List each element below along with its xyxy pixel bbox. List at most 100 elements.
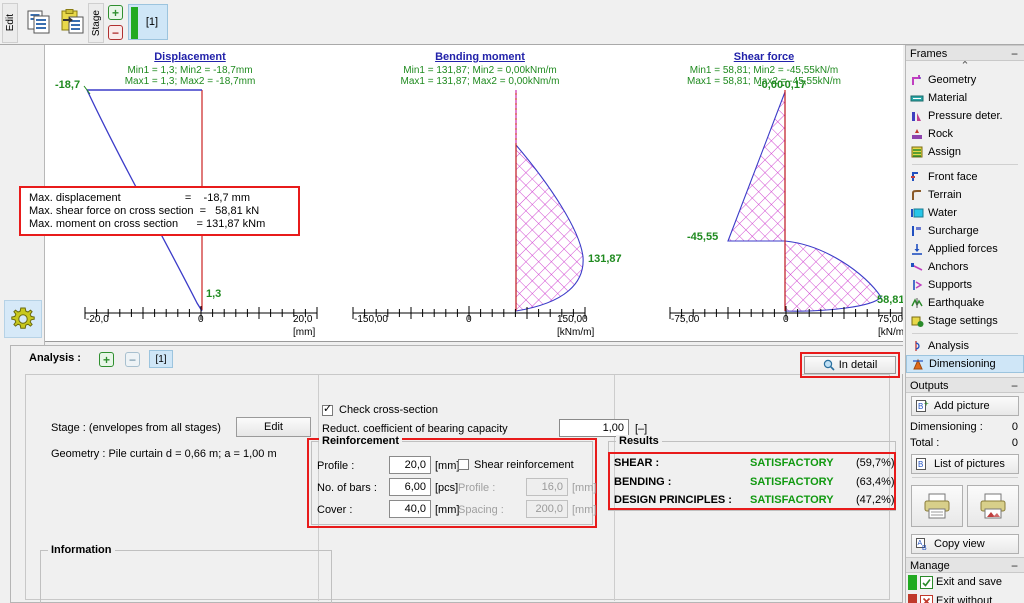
sidebar-item-front-face[interactable]: Front face <box>906 168 1024 186</box>
svg-text:B: B <box>918 460 923 469</box>
sidebar-item-stage-settings[interactable]: Stage settings <box>906 312 1024 330</box>
chart-displacement-unit: [mm] <box>293 327 316 338</box>
stage-selector-1[interactable]: [1] <box>128 4 168 40</box>
manage-header[interactable]: Manage − <box>906 557 1024 573</box>
chart-shear-force-label-zero: -0,00 <box>758 79 784 91</box>
paste-button[interactable] <box>56 4 90 40</box>
chart-bending-moment-axis-min: -150,00 <box>354 314 388 325</box>
no-of-bars-unit: [pcs] <box>435 482 459 494</box>
add-picture-label: Add picture <box>934 400 990 412</box>
print-picture-button[interactable] <box>967 485 1019 527</box>
sidebar-item-analysis[interactable]: Analysis <box>906 337 1024 355</box>
dimensioning-count-value: 0 <box>1011 421 1018 433</box>
no-of-bars-label: No. of bars : <box>317 482 377 494</box>
sidebar-item-rock[interactable]: Rock <box>906 125 1024 143</box>
sidebar-item-label: Surcharge <box>928 225 979 237</box>
paste-icon <box>61 9 84 34</box>
spacing-unit: [mm] <box>572 504 597 516</box>
sidebar-item-material[interactable]: Material <box>906 89 1024 107</box>
sidebar-item-water[interactable]: Water <box>906 204 1024 222</box>
sidebar-item-supports[interactable]: Supports <box>906 276 1024 294</box>
spacing-input[interactable]: 200,0 <box>526 500 568 518</box>
add-picture-button[interactable]: B + Add picture <box>911 396 1019 416</box>
sidebar-item-surcharge[interactable]: Surcharge <box>906 222 1024 240</box>
edit-button[interactable]: Edit <box>236 417 311 437</box>
collapse-icon[interactable]: − <box>1011 379 1018 393</box>
list-of-pictures-button[interactable]: B List of pictures <box>911 454 1019 474</box>
reduct-coefficient-label: Reduct. coefficient of bearing capacity <box>322 423 508 435</box>
check-icon <box>920 576 933 589</box>
copy-button[interactable] <box>22 4 56 40</box>
sidebar-item-label: Analysis <box>928 340 969 352</box>
stage-info: Stage : (envelopes from all stages) <box>51 422 221 434</box>
chart-bending-moment-plot <box>352 90 586 320</box>
edit-tab[interactable]: Edit <box>2 3 18 43</box>
print-buttons-row <box>906 481 1024 531</box>
remove-stage-button[interactable]: − <box>108 25 123 40</box>
scroll-up-arrow[interactable]: ⌃ <box>906 61 1024 72</box>
sidebar-item-terrain[interactable]: Terrain <box>906 186 1024 204</box>
sidebar-item-earthquake[interactable]: Earthquake <box>906 294 1024 312</box>
check-cross-section-checkbox[interactable] <box>322 403 333 416</box>
geometry-info: Geometry : Pile curtain d = 0,66 m; a = … <box>51 448 277 460</box>
cover-input[interactable]: 40,0 <box>389 500 431 518</box>
chart-displacement-axis-zero: 0 <box>198 314 204 325</box>
shear-profile-input[interactable]: 16,0 <box>526 478 568 496</box>
top-toolbar: Edit Stage + − [1] <box>0 0 1024 45</box>
sidebar-item-label: Applied forces <box>928 243 998 255</box>
supports-icon <box>913 280 923 290</box>
profile-input[interactable]: 20,0 <box>389 456 431 474</box>
geometry-icon <box>912 75 921 85</box>
outputs-header[interactable]: Outputs − <box>906 377 1024 393</box>
chart-bending-moment-axis-max: 150,00 <box>557 314 588 325</box>
list-of-pictures-label: List of pictures <box>934 458 1005 470</box>
analysis-chip-label: [1] <box>155 353 167 365</box>
sidebar-item-applied-forces[interactable]: Applied forces <box>906 240 1024 258</box>
copy-view-button[interactable]: A B Copy view <box>911 534 1019 554</box>
stage-color-bar <box>131 7 138 39</box>
remove-analysis-button[interactable]: − <box>125 352 140 367</box>
anchors-icon <box>911 263 923 271</box>
sidebar-divider-3 <box>912 477 1018 478</box>
result-row-shear-pct: (59,7%) <box>856 457 895 469</box>
print-picture-icon <box>980 493 1006 519</box>
sidebar-item-geometry[interactable]: Geometry <box>906 71 1024 89</box>
sidebar-item-dimensioning[interactable]: Dimensioning <box>906 355 1024 373</box>
chart-displacement-label-max: 1,3 <box>206 288 222 300</box>
in-detail-button[interactable]: In detail <box>804 356 896 374</box>
frames-header[interactable]: Frames − <box>906 45 1024 61</box>
svg-text:+: + <box>924 400 929 408</box>
copy-icon <box>27 10 50 34</box>
terrain-icon <box>912 190 921 200</box>
sidebar-item-assign[interactable]: Assign <box>906 143 1024 161</box>
close-icon <box>920 595 933 603</box>
sidebar-item-label: Geometry <box>928 74 977 86</box>
sidebar-item-label: Pressure deter. <box>928 110 1003 122</box>
collapse-icon[interactable]: − <box>1011 559 1018 573</box>
water-icon <box>911 208 924 218</box>
result-row-design-status: SATISFACTORY <box>750 494 834 506</box>
result-row-bending-label: BENDING : <box>614 476 672 488</box>
settings-button[interactable] <box>4 300 42 338</box>
add-analysis-button[interactable]: + <box>99 352 114 367</box>
exit-and-save-button[interactable]: Exit and save <box>906 573 1024 592</box>
sidebar-item-pressure-deter[interactable]: Pressure deter. <box>906 107 1024 125</box>
applied-forces-icon <box>912 244 922 255</box>
chart-bending-moment-unit: [kNm/m] <box>557 327 595 338</box>
edit-tab-label: Edit <box>4 14 16 32</box>
plus-icon: + <box>111 5 119 20</box>
frames-header-label: Frames <box>910 48 948 60</box>
exit-without-saving-button[interactable]: Exit without saving <box>906 592 1024 603</box>
collapse-icon[interactable]: − <box>1011 47 1018 61</box>
add-stage-button[interactable]: + <box>108 5 123 20</box>
manage-header-label: Manage <box>910 560 950 572</box>
assign-icon <box>911 146 923 158</box>
no-of-bars-input[interactable]: 6,00 <box>389 478 431 496</box>
shear-reinforcement-checkbox[interactable] <box>458 459 469 470</box>
print-document-button[interactable] <box>911 485 963 527</box>
stage-settings-icon <box>911 316 924 327</box>
analysis-selector-1[interactable]: [1] <box>149 350 173 368</box>
add-picture-icon: B + <box>916 400 929 412</box>
sidebar-item-anchors[interactable]: Anchors <box>906 258 1024 276</box>
frames-group-1: Geometry Material Pressure deter. Rock A… <box>906 71 1024 161</box>
